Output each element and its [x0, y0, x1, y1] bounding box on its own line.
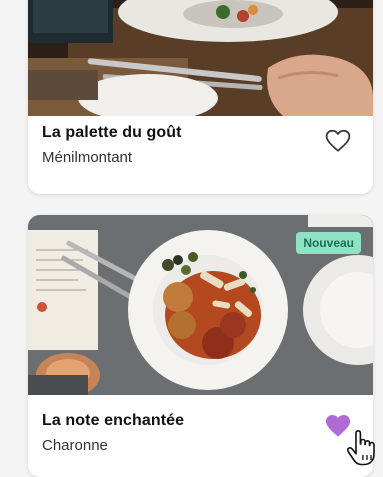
restaurant-card[interactable]: Nouveau La note enchantée Charonne: [28, 215, 373, 477]
favorite-button[interactable]: [325, 129, 351, 153]
restaurant-location: Charonne: [42, 437, 108, 454]
restaurant-name: La palette du goût: [42, 124, 182, 141]
favorite-button[interactable]: [325, 414, 351, 438]
restaurant-location: Ménilmontant: [42, 149, 133, 166]
restaurant-name: La note enchantée: [42, 412, 185, 429]
new-badge: Nouveau: [296, 232, 361, 254]
restaurant-photo: Nouveau: [28, 215, 373, 395]
restaurant-photo: [28, 0, 373, 116]
heart-icon: [325, 415, 351, 437]
heart-icon: [325, 129, 351, 152]
restaurant-card[interactable]: La palette du goût Ménilmontant: [28, 0, 373, 194]
